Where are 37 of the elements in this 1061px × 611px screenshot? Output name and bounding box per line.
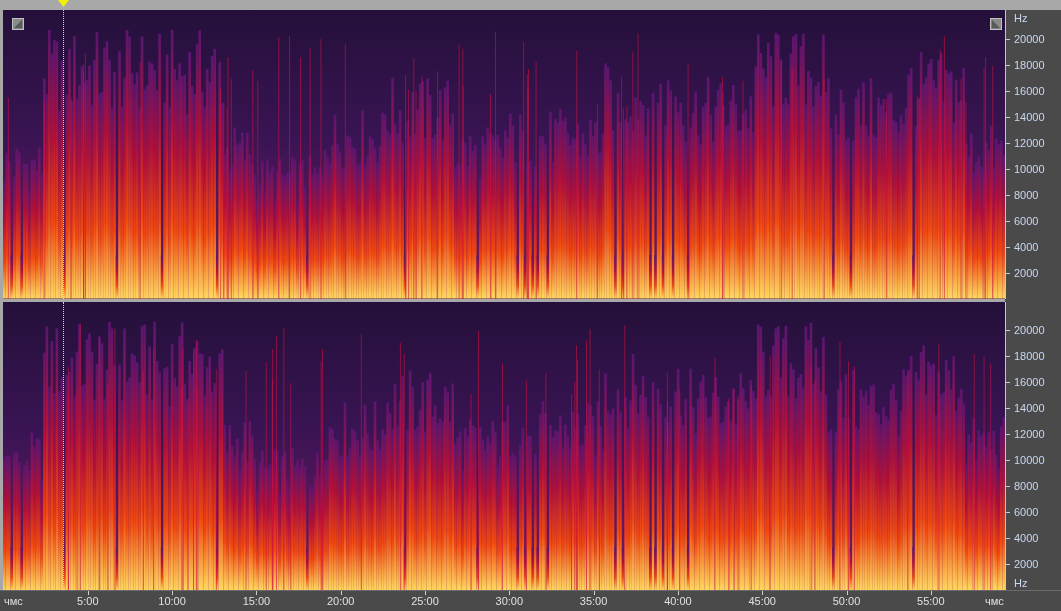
frequency-label: 6000 [1014,506,1039,518]
time-label: 35:00 [579,596,608,607]
frequency-label: 20000 [1014,324,1045,336]
zoom-corner-button[interactable] [12,18,24,30]
time-label: 20:00 [326,596,355,607]
frequency-label: 14000 [1014,111,1045,123]
time-label: 15:00 [242,596,271,607]
frequency-label: 12000 [1014,428,1045,440]
frequency-unit-label: Hz [1014,13,1028,24]
frequency-label: 6000 [1014,215,1039,227]
frequency-label: 18000 [1014,59,1045,71]
frequency-label: 16000 [1014,85,1045,97]
frequency-label: 20000 [1014,33,1045,45]
time-label: 40:00 [664,596,692,607]
time-label: чмс [4,596,23,607]
time-label: 50:00 [832,596,861,607]
frequency-label: 8000 [1014,480,1039,492]
frequency-label: 4000 [1014,241,1039,253]
frequency-label: 10000 [1014,454,1045,466]
frequency-label: 18000 [1014,350,1045,362]
frequency-unit-label: Hz [1014,578,1028,589]
frequency-label: 16000 [1014,376,1045,388]
zoom-corner-button[interactable] [990,18,1002,30]
frequency-label: 8000 [1014,189,1039,201]
frequency-label: 2000 [1014,558,1039,570]
frequency-label: 12000 [1014,137,1045,149]
time-label: 5:00 [77,596,99,607]
frequency-label: 10000 [1014,163,1045,175]
frequency-label: 14000 [1014,402,1045,414]
time-label: 10:00 [158,596,186,607]
frequency-label: 4000 [1014,532,1039,544]
time-label: 45:00 [748,596,776,607]
time-label: 55:00 [917,596,945,607]
time-label: 30:00 [495,596,524,607]
time-label: 25:00 [411,596,439,607]
time-label: чмс [985,596,1004,607]
frequency-label: 2000 [1014,267,1039,279]
